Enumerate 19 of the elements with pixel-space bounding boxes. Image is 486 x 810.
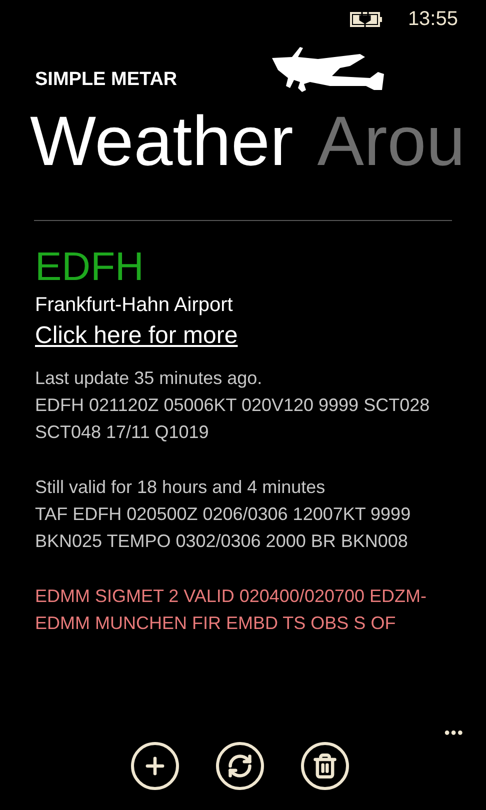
add-button[interactable] xyxy=(131,742,179,790)
pivot-header[interactable]: Weather xyxy=(30,106,294,176)
pivot-header[interactable]: Arou xyxy=(317,106,466,176)
station-name: Frankfurt-Hahn Airport xyxy=(35,293,234,318)
delete-button[interactable] xyxy=(301,742,349,790)
clock-time: 13:55 xyxy=(408,7,458,32)
refresh-button[interactable] xyxy=(216,742,264,790)
station-code: EDFH xyxy=(35,244,145,291)
more-button[interactable]: ••• xyxy=(444,722,464,746)
info-text: Still valid for 18 hours and 4 minutes xyxy=(35,476,326,499)
app-title: SIMPLE METAR xyxy=(35,68,178,92)
report-text: TAF EDFH 020500Z 0206/0306 12007KT 9999 BKN025 TEMPO 0302/0306 2000 BR BKN008 xyxy=(35,503,412,553)
more-link[interactable]: Click here for more xyxy=(35,319,238,353)
battery-charging-icon xyxy=(350,10,384,28)
info-text: Last update 35 minutes ago. xyxy=(35,367,264,390)
refresh-icon xyxy=(227,753,253,779)
report-text: EDFH 021120Z 05006KT 020V120 9999 SCT028 SCT048 17/11 Q1019 xyxy=(35,394,431,444)
trash-icon xyxy=(312,753,338,779)
sigmet-text: EDMM SIGMET 2 VALID 020400/020700 EDZM-EDMM MUNCHEN FIR EMBD TS OBS S OF xyxy=(35,585,428,635)
